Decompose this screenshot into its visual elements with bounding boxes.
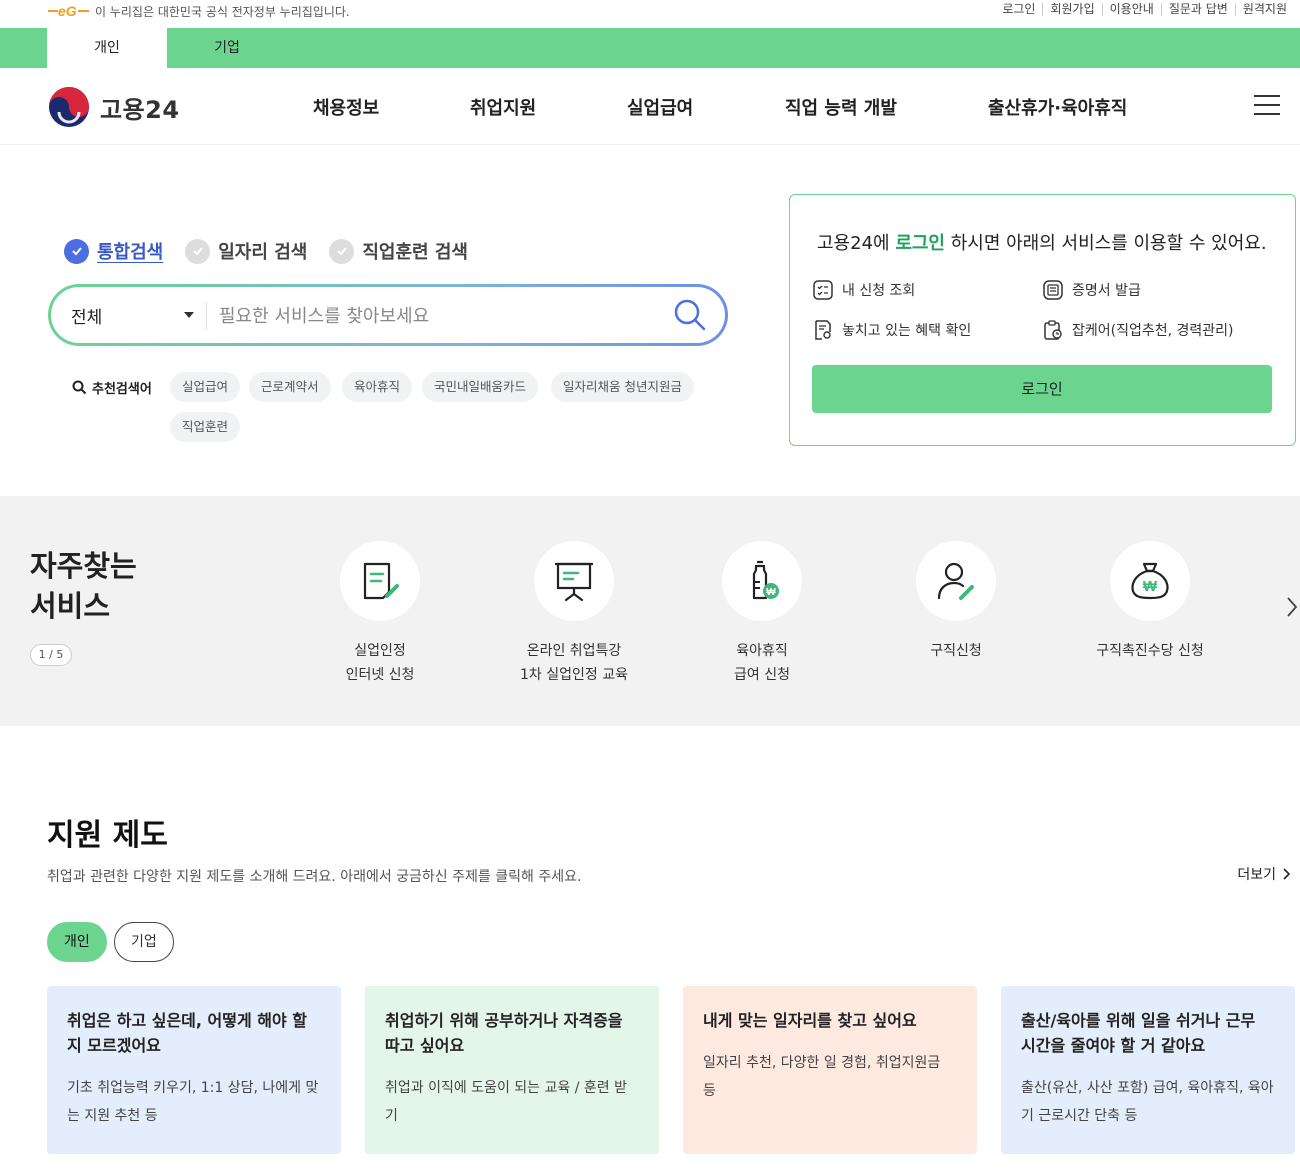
keyword-chip[interactable]: 육아휴직: [342, 372, 413, 402]
check-icon: [329, 238, 355, 264]
gov-banner: eG 이 누리집은 대한민국 공식 전자정부 누리집입니다. 로그인 회원가입 …: [0, 0, 1300, 28]
recommended-keywords-label: 추천검색어: [72, 378, 152, 397]
support-section-description: 취업과 관련한 다양한 지원 제도를 소개해 드려요. 아래에서 궁금하신 주제…: [47, 869, 582, 885]
keyword-chip[interactable]: 실업급여: [170, 372, 241, 402]
signup-link[interactable]: 회원가입: [1042, 3, 1101, 16]
search-icon[interactable]: [673, 298, 707, 332]
egov-logo-icon: eG: [48, 3, 89, 19]
caret-down-icon[interactable]: [184, 312, 194, 318]
nav-unemployment-benefit[interactable]: 실업급여: [627, 94, 693, 120]
support-card[interactable]: 출산/육아를 위해 일을 쉬거나 근무 시간을 줄여야 할 거 같아요 출산(유…: [1001, 986, 1295, 1154]
logo-text: 고용24: [100, 95, 180, 124]
jobcare-link[interactable]: 잡케어(직업추천, 경력관리): [1042, 319, 1234, 341]
svg-text:₩: ₩: [1143, 578, 1158, 595]
service-item-parental-leave-benefit[interactable]: ₩ 육아휴직 급여 신청: [672, 541, 852, 687]
service-item-online-lecture[interactable]: 온라인 취업특강 1차 실업인정 교육: [484, 541, 664, 687]
divider: [206, 302, 207, 330]
support-card[interactable]: 취업하기 위해 공부하거나 자격증을 따고 싶어요 취업과 이직에 도움이 되는…: [365, 986, 659, 1154]
search-input[interactable]: [219, 297, 659, 335]
checklist-icon: [813, 280, 833, 300]
search-category-select[interactable]: 전체: [71, 303, 102, 328]
keyword-chip[interactable]: 근로계약서: [249, 372, 331, 402]
support-section-title: 지원 제도: [47, 818, 168, 853]
check-icon: [185, 238, 211, 264]
support-card[interactable]: 내게 맞는 일자리를 찾고 싶어요 일자리 추천, 다양한 일 경험, 취업지원…: [683, 986, 977, 1154]
guide-link[interactable]: 이용안내: [1101, 3, 1161, 16]
login-panel: 고용24에 로그인 하시면 아래의 서비스를 이용할 수 있어요. 내 신청 조…: [789, 194, 1296, 446]
keyword-chip[interactable]: 국민내일배움카드: [422, 372, 539, 402]
nav-parental-leave[interactable]: 출산휴가·육아휴직: [988, 94, 1127, 120]
certificate-icon: [1043, 280, 1063, 300]
my-application-link[interactable]: 내 신청 조회: [812, 279, 915, 301]
nav-vocational-training[interactable]: 직업 능력 개발: [785, 94, 897, 120]
search-tab-integrated[interactable]: 통합검색: [64, 238, 163, 264]
document-pen-icon: [363, 562, 399, 600]
svg-text:eG: eG: [58, 3, 77, 19]
site-header: 고용24 채용정보 취업지원 실업급여 직업 능력 개발 출산휴가·육아휴직: [0, 68, 1300, 145]
nav-jobs[interactable]: 채용정보: [313, 94, 379, 120]
chevron-right-icon[interactable]: [1284, 596, 1300, 618]
certificate-issue-link[interactable]: 증명서 발급: [1042, 279, 1141, 301]
search-small-icon: [72, 380, 87, 395]
tab-personal[interactable]: 개인: [47, 28, 167, 68]
presentation-board-icon: [555, 562, 593, 602]
service-item-job-promotion-allowance[interactable]: ₩ 구직촉진수당 신청: [1060, 541, 1240, 663]
more-link[interactable]: 더보기: [1237, 864, 1292, 884]
nav-employment-support[interactable]: 취업지원: [470, 94, 536, 120]
svg-text:₩: ₩: [766, 587, 776, 598]
remote-support-link[interactable]: 원격지원: [1234, 3, 1294, 16]
person-pen-icon: [937, 562, 974, 600]
tab-company[interactable]: 기업: [167, 28, 287, 68]
frequent-services-title: 자주찾는 서비스: [30, 549, 137, 623]
taegeuk-logo-icon: [49, 87, 89, 127]
filter-company[interactable]: 기업: [114, 922, 174, 962]
search-box: 전체: [48, 284, 728, 346]
menu-icon[interactable]: [1254, 95, 1280, 115]
gov-notice-text: 이 누리집은 대한민국 공식 전자정부 누리집입니다.: [95, 5, 350, 19]
frequent-services-section: 자주찾는 서비스 1 / 5 실업인정 인터넷 신청 온라인 취업특강 1차 실…: [0, 496, 1300, 726]
login-button[interactable]: 로그인: [812, 365, 1272, 413]
missed-benefits-link[interactable]: 놓치고 있는 혜택 확인: [812, 319, 971, 341]
search-type-tabs: 통합검색 일자리 검색 직업훈련 검색: [64, 238, 490, 264]
keyword-chip[interactable]: 일자리채움 청년지원금: [551, 372, 694, 402]
chevron-right-icon: [1283, 868, 1291, 880]
utility-links: 로그인 회원가입 이용안내 질문과 답변 원격지원: [995, 3, 1294, 16]
search-tab-training[interactable]: 직업훈련 검색: [329, 238, 468, 264]
money-bag-won-icon: ₩: [1131, 562, 1169, 600]
qna-link[interactable]: 질문과 답변: [1160, 3, 1235, 16]
carousel-pager: 1 / 5: [30, 644, 72, 666]
site-logo[interactable]: 고용24: [48, 86, 180, 128]
baby-bottle-won-icon: ₩: [752, 560, 779, 600]
keyword-chip[interactable]: 직업훈련: [170, 412, 241, 442]
login-panel-title: 고용24에 로그인 하시면 아래의 서비스를 이용할 수 있어요.: [817, 233, 1267, 254]
check-icon: [64, 238, 89, 264]
document-search-icon: [815, 320, 831, 340]
filter-personal[interactable]: 개인: [47, 922, 107, 962]
service-item-job-application[interactable]: 구직신청: [866, 541, 1046, 663]
service-item-unemployment-recognition[interactable]: 실업인정 인터넷 신청: [290, 541, 470, 687]
clipboard-clock-icon: [1044, 320, 1062, 340]
user-type-tabbar: 개인 기업: [0, 28, 1300, 68]
support-card[interactable]: 취업은 하고 싶은데, 어떻게 해야 할 지 모르겠어요 기초 취업능력 키우기…: [47, 986, 341, 1154]
login-link[interactable]: 로그인: [995, 3, 1042, 16]
search-tab-jobs[interactable]: 일자리 검색: [185, 238, 307, 264]
